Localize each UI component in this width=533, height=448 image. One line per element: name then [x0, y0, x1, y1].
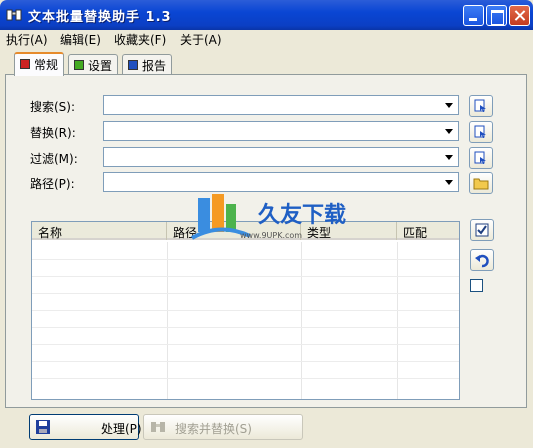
filter-label: 过滤(M): [30, 152, 78, 166]
maximize-button[interactable] [486, 5, 507, 26]
search-replace-label: 搜索并替换(S) [175, 422, 252, 436]
chevron-down-icon[interactable] [441, 97, 457, 113]
chevron-down-icon[interactable] [441, 149, 457, 165]
select-all-button[interactable] [470, 219, 494, 241]
close-button[interactable] [509, 5, 530, 26]
column-match[interactable]: 匹配 [397, 222, 459, 240]
menu-bar: 执行(A) 编辑(E) 收藏夹(F) 关于(A) [0, 30, 533, 48]
grid-line [32, 276, 459, 277]
general-tab-icon [20, 59, 30, 69]
tab-general[interactable]: 常规 [14, 52, 65, 76]
chevron-down-icon[interactable] [441, 123, 457, 139]
watermark-logo: 久友下载 www.9UPK.com [190, 192, 360, 252]
binoculars-icon [6, 8, 22, 22]
grid-line [397, 242, 398, 399]
tab-report[interactable]: 报告 [122, 54, 173, 75]
process-label: 处理(P) [101, 422, 142, 436]
menu-about[interactable]: 关于(A) [180, 31, 222, 48]
tab-report-label: 报告 [142, 59, 167, 73]
chevron-down-icon[interactable] [441, 174, 457, 190]
replace-combo[interactable] [103, 121, 459, 141]
grid-line [32, 293, 459, 294]
window-title: 文本批量替换助手 1.3 [28, 10, 172, 25]
grid-line [301, 242, 302, 399]
folder-icon [473, 178, 489, 190]
grid-line [32, 327, 459, 328]
path-combo[interactable] [103, 172, 459, 192]
menu-execute[interactable]: 执行(A) [6, 31, 48, 48]
pick-icon [474, 125, 486, 138]
grid-line [167, 242, 168, 399]
undo-icon [475, 254, 489, 268]
grid-line [32, 310, 459, 311]
minimize-button[interactable] [463, 5, 484, 26]
undo-button[interactable] [470, 249, 494, 271]
pick-icon [474, 99, 486, 112]
replace-label: 替换(R): [30, 126, 76, 140]
search-combo[interactable] [103, 95, 459, 115]
report-tab-icon [128, 60, 138, 70]
column-name[interactable]: 名称 [32, 222, 167, 240]
filter-browse-button[interactable] [469, 147, 493, 169]
filter-combo[interactable] [103, 147, 459, 167]
watermark-text: 久友下载 [258, 202, 346, 228]
settings-tab-icon [74, 60, 84, 70]
option-checkbox[interactable] [470, 279, 483, 292]
search-browse-button[interactable] [469, 95, 493, 117]
grid-line [32, 378, 459, 379]
title-bar: 文本批量替换助手 1.3 [0, 0, 533, 30]
search-replace-button[interactable]: 搜索并替换(S) [143, 414, 303, 440]
save-icon [36, 420, 50, 434]
process-button[interactable]: 处理(P) [29, 414, 142, 440]
menu-edit[interactable]: 编辑(E) [60, 31, 101, 48]
grid-line [32, 344, 459, 345]
tab-general-label: 常规 [34, 58, 59, 72]
replace-browse-button[interactable] [469, 121, 493, 143]
grid-line [32, 259, 459, 260]
search-label: 搜索(S): [30, 100, 76, 114]
binoculars-icon [151, 422, 165, 432]
watermark-subtext: www.9UPK.com [240, 231, 302, 240]
tab-settings-label: 设置 [88, 59, 113, 73]
checkbox-icon [475, 223, 489, 237]
path-label: 路径(P): [30, 177, 75, 191]
tab-settings[interactable]: 设置 [68, 54, 119, 75]
menu-favorites[interactable]: 收藏夹(F) [114, 31, 166, 48]
grid-line [32, 361, 459, 362]
pick-icon [474, 151, 486, 164]
path-browse-button[interactable] [469, 172, 493, 194]
